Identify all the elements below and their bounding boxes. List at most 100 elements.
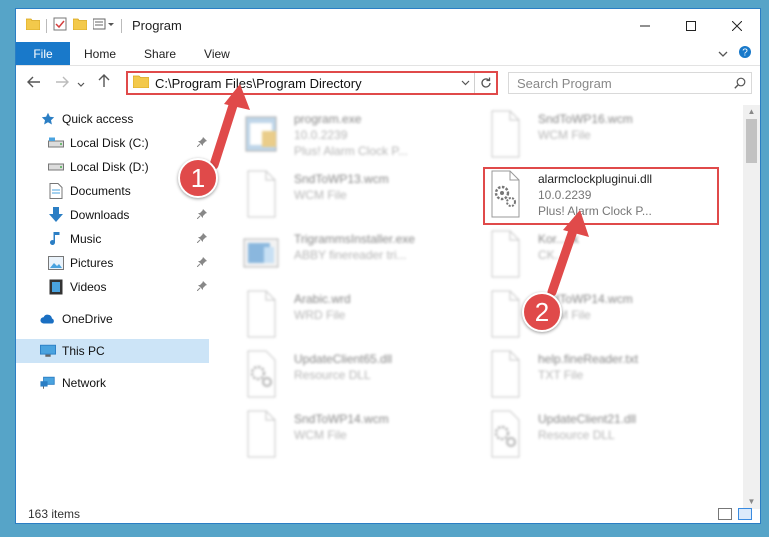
refresh-button[interactable] [474, 73, 496, 93]
sidebar-item-label: OneDrive [62, 312, 113, 326]
sidebar-item-label: Quick access [62, 112, 134, 126]
file-text: TrigrammsInstaller.exe ABBY finereader t… [294, 229, 415, 287]
sidebar-item-label: Videos [70, 280, 107, 294]
document-file-icon [240, 169, 282, 221]
large-icons-view-icon[interactable] [738, 508, 752, 520]
search-icon[interactable] [729, 77, 751, 89]
pin-icon[interactable] [196, 232, 207, 246]
file-type: Resource DLL [294, 368, 371, 382]
file-item[interactable]: SndToWP14.wcm WCM File [240, 409, 460, 467]
up-button[interactable] [92, 74, 116, 92]
installer-file-icon [240, 229, 282, 281]
pin-icon[interactable] [196, 280, 207, 294]
file-item[interactable]: SndToWP14.wcm WCM File [484, 289, 704, 347]
properties-icon[interactable] [53, 17, 67, 34]
callout-1: 1 [178, 158, 218, 198]
sidebar-item-videos[interactable]: Videos [16, 275, 211, 299]
folder-icon [132, 75, 150, 91]
sidebar-item-this-pc[interactable]: This PC [16, 339, 209, 363]
tab-share[interactable]: Share [130, 42, 190, 65]
dll-file-icon [484, 169, 526, 221]
quick-access-toolbar [16, 17, 122, 34]
network-icon [40, 375, 56, 391]
file-text: SndToWP13.wcm WCM File [294, 169, 389, 227]
file-text: UpdateClient65.dll Resource DLL [294, 349, 392, 407]
star-icon [40, 111, 56, 127]
address-dropdown-button[interactable] [456, 78, 474, 89]
maximize-button[interactable] [668, 9, 714, 42]
file-item[interactable]: program.exe 10.0.2239 Plus! Alarm Clock … [240, 109, 460, 167]
pictures-icon [48, 255, 64, 271]
recent-locations-button[interactable] [74, 75, 88, 92]
pin-icon[interactable] [196, 136, 207, 150]
refresh-icon [480, 77, 491, 88]
chevron-down-icon[interactable] [718, 47, 728, 61]
file-text: Arabic.wrd WRD File [294, 289, 351, 347]
sidebar-item-quick-access[interactable]: Quick access [16, 107, 211, 131]
onedrive-icon [40, 311, 56, 327]
document-file-icon [240, 289, 282, 341]
title-bar: Program [16, 9, 760, 42]
file-item[interactable]: UpdateClient65.dll Resource DLL [240, 349, 460, 407]
search-box[interactable] [508, 72, 752, 94]
file-type: WCM File [538, 128, 591, 142]
sidebar-item-label: Downloads [70, 208, 130, 222]
minimize-button[interactable] [622, 9, 668, 42]
details-view-icon[interactable] [718, 508, 732, 520]
back-button[interactable] [22, 75, 46, 92]
document-file-icon [484, 229, 526, 281]
file-item-alarmclockpluginui-dll[interactable]: alarmclockpluginui.dll 10.0.2239 Plus! A… [484, 169, 704, 227]
pin-icon[interactable] [196, 256, 207, 270]
file-text: SndToWP16.wcm WCM File [538, 109, 633, 167]
sidebar-item-label: Local Disk (C:) [70, 136, 149, 150]
file-view: program.exe 10.0.2239 Plus! Alarm Clock … [212, 105, 744, 497]
arrow-right-icon [56, 76, 69, 87]
file-name: alarmclockpluginui.dll [538, 172, 653, 186]
sidebar-item-label: This PC [62, 344, 105, 358]
sidebar-item-downloads[interactable]: Downloads [16, 203, 211, 227]
file-name: Arabic.wrd [294, 292, 351, 306]
sidebar-item-onedrive[interactable]: OneDrive [16, 307, 211, 331]
file-item[interactable]: TrigrammsInstaller.exe ABBY finereader t… [240, 229, 460, 287]
drive-icon [48, 159, 64, 175]
file-text: help.fineReader.txt TXT File [538, 349, 638, 407]
address-row: C:\Program Files\Program Directory [16, 67, 760, 99]
file-name: TrigrammsInstaller.exe [294, 232, 415, 246]
tab-home[interactable]: Home [70, 42, 130, 65]
documents-icon [48, 183, 64, 199]
address-path[interactable]: C:\Program Files\Program Directory [155, 76, 456, 91]
search-input[interactable] [517, 75, 729, 91]
file-item[interactable]: Arabic.wrd WRD File [240, 289, 460, 347]
close-button[interactable] [714, 9, 760, 42]
ribbon-right: ? [718, 42, 760, 65]
file-name: help.fineReader.txt [538, 352, 639, 366]
sidebar-item-pictures[interactable]: Pictures [16, 251, 211, 275]
tab-file[interactable]: File [16, 42, 70, 65]
help-icon[interactable]: ? [738, 45, 752, 62]
scroll-up-icon[interactable]: ▲ [743, 105, 760, 119]
file-type: WRD File [294, 308, 346, 322]
scrollbar-thumb[interactable] [746, 119, 757, 163]
forward-button[interactable] [50, 75, 74, 92]
sidebar-item-label: Network [62, 376, 107, 390]
file-type: WCM File [294, 188, 347, 202]
sidebar-item-music[interactable]: Music [16, 227, 211, 251]
file-item[interactable]: SndToWP16.wcm WCM File [484, 109, 704, 167]
file-item[interactable]: UpdateClient21.dll Resource DLL [484, 409, 704, 467]
file-item[interactable]: Kor...gk CK... [484, 229, 704, 287]
sidebar-item-local-disk-c[interactable]: Local Disk (C:) [16, 131, 211, 155]
navigation-pane: Quick access Local Disk (C:) Local Disk … [16, 105, 211, 497]
customize-toolbar-icon[interactable] [92, 18, 115, 33]
pin-icon[interactable] [196, 208, 207, 222]
vertical-scrollbar[interactable]: ▲ ▼ [743, 105, 760, 509]
chevron-down-icon [77, 82, 85, 87]
sidebar-item-label: Music [70, 232, 102, 246]
file-item[interactable]: SndToWP13.wcm WCM File [240, 169, 460, 227]
file-item[interactable]: help.fineReader.txt TXT File [484, 349, 704, 407]
new-folder-icon[interactable] [72, 18, 88, 33]
dll-file-icon [484, 409, 526, 461]
tab-view[interactable]: View [190, 42, 244, 65]
address-bar[interactable]: C:\Program Files\Program Directory [126, 71, 498, 95]
file-name: SndToWP16.wcm [538, 112, 633, 126]
sidebar-item-network[interactable]: Network [16, 371, 211, 395]
